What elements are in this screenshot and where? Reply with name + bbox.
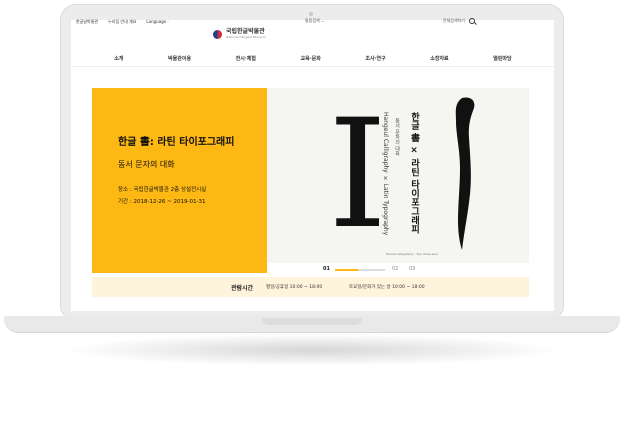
search-icon[interactable] <box>469 18 475 24</box>
exhibition-poster[interactable] <box>267 88 529 263</box>
nav-item-about[interactable]: 소개 <box>114 55 123 62</box>
slide-progress-fill <box>335 269 358 271</box>
slide-indicator-current[interactable]: 01 <box>323 266 330 272</box>
util-link-site-guide[interactable]: 누리집 안내 개요 <box>108 19 136 25</box>
poster-sub-text: 동서 문자의 대화 <box>394 118 400 157</box>
museum-logo[interactable]: 국립한글박물관 National Hangeul Museum <box>213 29 266 39</box>
opening-hours-saturday: 토요일/문화가 있는 날 10:00 ~ 18:00 <box>349 285 425 290</box>
opening-hours-label: 관람시간 <box>231 285 254 292</box>
laptop-shadow <box>60 334 564 366</box>
nav-item-visit[interactable]: 박물관이용 <box>168 55 191 62</box>
main-nav: 소개 박물관이용 전시·체험 교육·문화 조사·연구 소장자료 열린마당 <box>72 55 554 62</box>
slide-indicator-2[interactable]: 02 <box>392 266 398 272</box>
slide-progress-track <box>335 269 385 271</box>
nav-item-exhibition[interactable]: 전시·체험 <box>236 55 256 62</box>
utility-links: 한글날박물관 누리집 안내 개요 Language · <box>76 19 169 25</box>
util-link-language[interactable]: Language · <box>146 19 168 25</box>
nav-item-community[interactable]: 열린마당 <box>493 55 511 62</box>
search-area: 통합검색 ⌄ 전체검색하기 <box>305 18 475 24</box>
util-link-hangeul-day[interactable]: 한글날박물관 <box>76 19 98 25</box>
nav-divider <box>71 66 554 67</box>
opening-hours-weekday: 평일/공휴일 10:00 ~ 18:00 <box>266 285 323 290</box>
nav-item-education[interactable]: 교육·문화 <box>301 55 321 62</box>
exhibition-title: 한글 書: 라틴 타이포그래피 <box>118 137 235 148</box>
hero-info-panel[interactable] <box>92 88 267 273</box>
poster-credit: Hanna Calligraphy · Seo Chae-won <box>386 252 439 256</box>
search-input[interactable]: 전체검색하기 <box>443 18 465 24</box>
nav-item-research[interactable]: 조사·연구 <box>365 55 385 62</box>
exhibition-subtitle: 동서 문자의 대화 <box>118 160 175 169</box>
laptop-notch <box>262 318 362 325</box>
poster-english-text: Hangeul Calligraphy × Latin Typography <box>382 112 389 236</box>
exhibition-place: 장소 : 국립한글박물관 2층 상설전시실 <box>118 187 207 193</box>
slide-indicator-3[interactable]: 03 <box>409 266 415 272</box>
webcam <box>309 12 313 16</box>
poster-korean-text: 한글 書 × 라틴 타이포그래피 <box>409 112 419 234</box>
nav-item-collection[interactable]: 소장자료 <box>430 55 448 62</box>
site-search-select[interactable]: 통합검색 ⌄ <box>305 18 324 24</box>
exhibition-period: 기간 : 2018-12-26 ~ 2019-01-31 <box>118 199 206 205</box>
logo-text-en: National Hangeul Museum <box>226 35 266 39</box>
calligraphy-stroke-icon <box>455 97 475 251</box>
taegeuk-icon <box>213 29 222 39</box>
poster-latin-letter: I <box>328 88 388 262</box>
